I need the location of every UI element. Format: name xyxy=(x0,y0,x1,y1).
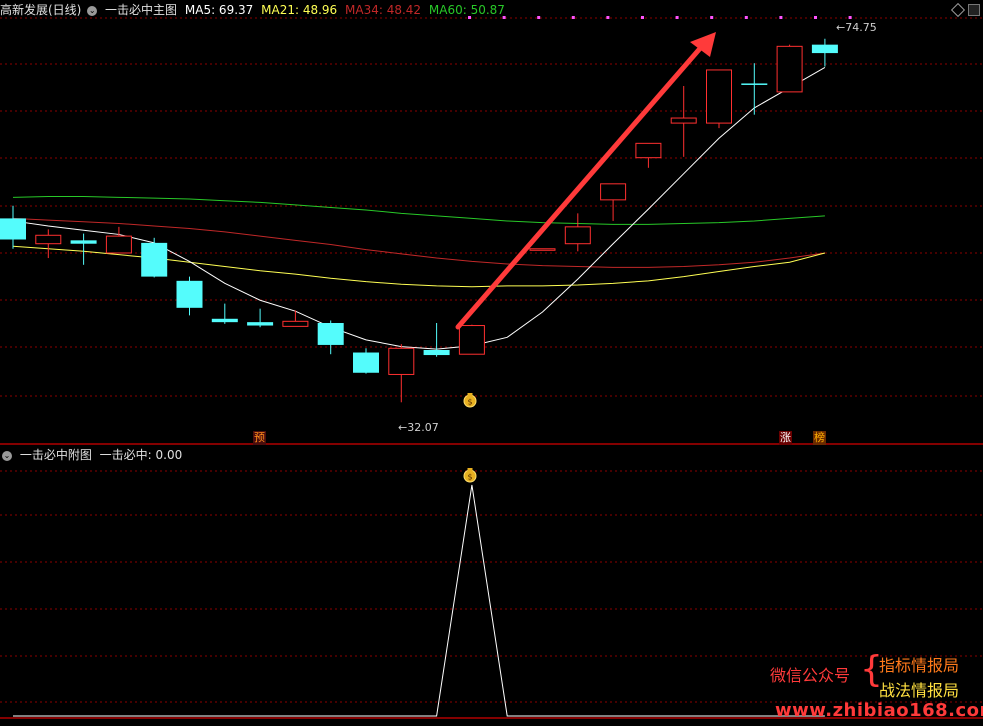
ma5-line xyxy=(12,66,826,350)
signal-marker xyxy=(502,16,506,19)
watermark-url: www.zhibiao168.com xyxy=(775,700,983,721)
main-price-chart[interactable]: ←74.75 ←32.07 $ xyxy=(0,0,983,445)
signal-marker xyxy=(537,16,541,19)
candle-body xyxy=(388,347,415,375)
signal-marker xyxy=(468,16,471,19)
candle-body xyxy=(776,45,803,93)
signal-marker xyxy=(641,16,644,19)
ma34-line xyxy=(12,217,825,268)
bang-badge: 榜 xyxy=(813,431,826,445)
svg-text:$: $ xyxy=(467,473,472,482)
candle-body xyxy=(0,218,26,240)
signal-marker xyxy=(571,16,575,19)
candle-body xyxy=(741,83,768,85)
candle-body xyxy=(706,69,732,124)
candle-body xyxy=(635,142,662,159)
candle-body xyxy=(600,183,627,201)
signal-marker xyxy=(710,16,714,19)
signal-marker xyxy=(779,16,783,19)
signal-line xyxy=(13,484,825,717)
watermark-right-bottom: 战法情报局 xyxy=(879,681,960,700)
watermark-right-top: 指标情报局 xyxy=(879,656,960,675)
candle-body xyxy=(105,235,132,254)
candle-body xyxy=(141,242,168,277)
ma60-line xyxy=(12,195,825,225)
candle-body xyxy=(529,248,556,251)
candle-body xyxy=(353,352,379,373)
yu-badge: 预 xyxy=(253,431,266,445)
low-price-label: ←32.07 xyxy=(398,421,439,434)
money-bag-icon: $ xyxy=(463,468,477,483)
money-bag-icon: $ xyxy=(463,393,477,408)
candle-body xyxy=(564,226,591,245)
candle-body xyxy=(70,240,97,244)
signal-marker xyxy=(744,16,748,19)
candle-body xyxy=(458,325,485,355)
candle-body xyxy=(247,322,274,326)
signal-marker xyxy=(814,16,817,19)
zhang-badge: 涨 xyxy=(779,431,792,445)
candle-body xyxy=(176,280,203,308)
ma21-line xyxy=(12,245,826,288)
svg-text:$: $ xyxy=(467,398,472,407)
candle-body xyxy=(35,234,62,245)
signal-marker xyxy=(848,16,852,19)
candle-body xyxy=(317,323,344,345)
candle-body xyxy=(423,349,450,356)
candle-body xyxy=(670,117,697,124)
candle-body xyxy=(811,44,838,54)
candle-body xyxy=(211,318,238,323)
watermark-left: 微信公众号 xyxy=(770,666,851,685)
signal-marker xyxy=(675,16,679,19)
signal-marker xyxy=(606,16,610,19)
high-price-label: ←74.75 xyxy=(836,21,877,34)
candle-body xyxy=(282,320,309,327)
